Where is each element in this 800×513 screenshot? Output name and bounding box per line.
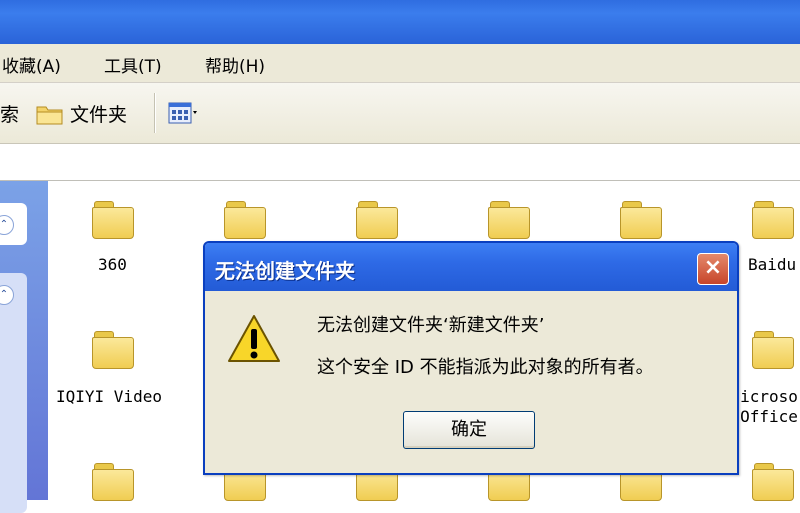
folder-icon[interactable] [224,199,266,239]
folder-icon [36,106,63,124]
folder-icon[interactable] [752,461,794,501]
folder-icon[interactable] [92,199,134,239]
menu-help[interactable]: 帮助(H) [205,52,265,77]
folder-label: IQIYI Video [56,387,162,406]
folder-icon[interactable] [620,199,662,239]
search-button[interactable]: 索 [0,100,19,127]
folder-icon[interactable] [752,199,794,239]
dialog-titlebar[interactable]: 无法创建文件夹 × [205,243,737,291]
search-label: 索 [0,104,20,126]
view-icon [168,102,197,124]
folder-icon[interactable] [356,199,398,239]
views-button[interactable] [168,101,198,125]
address-bar[interactable] [0,144,800,181]
folders-label: 文件夹 [70,104,128,126]
task-pane-box: ⌃ [0,203,27,245]
folder-label: Baidu [748,255,797,274]
error-dialog: 无法创建文件夹 × 无法创建文件夹‘新建文件夹’ 这个安全 ID 不能指派为此对… [203,241,739,475]
folders-button[interactable]: 文件夹 [36,100,127,127]
folder-label: icroso Office [740,387,798,426]
folder-icon[interactable] [92,329,134,369]
chevron-up-icon[interactable]: ⌃ [0,285,14,305]
task-pane-box: ⌃ [0,273,27,513]
menu-tools[interactable]: 工具(T) [104,52,162,77]
close-icon[interactable]: × [697,253,729,285]
toolbar-separator [154,93,156,133]
folder-icon[interactable] [752,329,794,369]
dialog-message-line1: 无法创建文件夹‘新建文件夹’ [317,315,545,336]
dialog-title: 无法创建文件夹 [215,259,355,283]
folder-label: 360 [98,255,127,274]
task-pane: ⌃ ⌃ [0,181,48,513]
warning-icon [228,315,280,362]
toolbar: 索 文件夹 [0,83,800,144]
menu-bar: 收藏(A) 工具(T) 帮助(H) [0,44,800,83]
folder-icon[interactable] [92,461,134,501]
window-titlebar [0,0,800,44]
ok-button[interactable]: 确定 [403,411,535,449]
menu-favorites[interactable]: 收藏(A) [2,52,61,77]
chevron-up-icon[interactable]: ⌃ [0,215,14,235]
folder-icon[interactable] [488,199,530,239]
dialog-message-line2: 这个安全 ID 不能指派为此对象的所有者。 [317,357,654,378]
